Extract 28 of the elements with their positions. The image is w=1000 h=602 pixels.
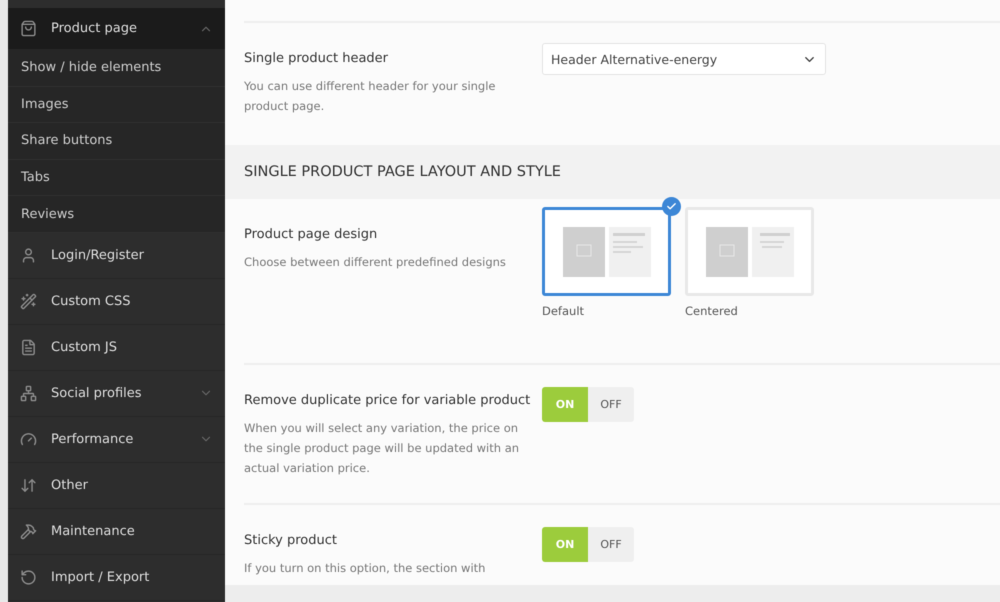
setting-description: If you turn on this option, the section with: [244, 560, 486, 577]
design-option[interactable]: [542, 207, 671, 296]
setting-description: You can use different header for your single product page.: [244, 78, 496, 115]
menu-icon: [20, 476, 37, 494]
menu-icon: [20, 522, 37, 540]
menu-icon: [20, 20, 37, 37]
setting-title: Single product header: [244, 51, 390, 66]
setting-description: Choose between different predefined designs: [244, 254, 507, 271]
menu-icon: [20, 568, 37, 586]
setting-title: Remove duplicate price for variable product: [244, 393, 532, 408]
option-label: Default: [542, 304, 586, 318]
setting-title: Sticky product: [244, 533, 338, 548]
header-select[interactable]: Header Alternative-energy: [542, 43, 826, 75]
menu-icon: [20, 338, 37, 356]
sidebar-item[interactable]: Product page: [8, 8, 225, 50]
sidebar-subitem[interactable]: Tabs: [8, 160, 225, 196]
menu-icon: [20, 430, 37, 448]
sidebar-subitem[interactable]: Show / hide elements: [8, 50, 225, 87]
option-label: Centered: [685, 304, 739, 318]
menu-icon: [20, 384, 37, 402]
menu-icon: [20, 292, 37, 310]
setting-description: When you will select any variation, the price on the single product page will be updated with an actual variation price.: [244, 420, 520, 477]
menu-icon: [20, 246, 37, 264]
sidebar-subitem[interactable]: Reviews: [8, 196, 225, 233]
section-heading: SINGLE PRODUCT PAGE LAYOUT AND STYLE: [225, 145, 1000, 199]
setting-title: Product page design: [244, 227, 378, 242]
sidebar-subitem[interactable]: Share buttons: [8, 123, 225, 160]
sidebar-subitem[interactable]: Images: [8, 86, 225, 124]
